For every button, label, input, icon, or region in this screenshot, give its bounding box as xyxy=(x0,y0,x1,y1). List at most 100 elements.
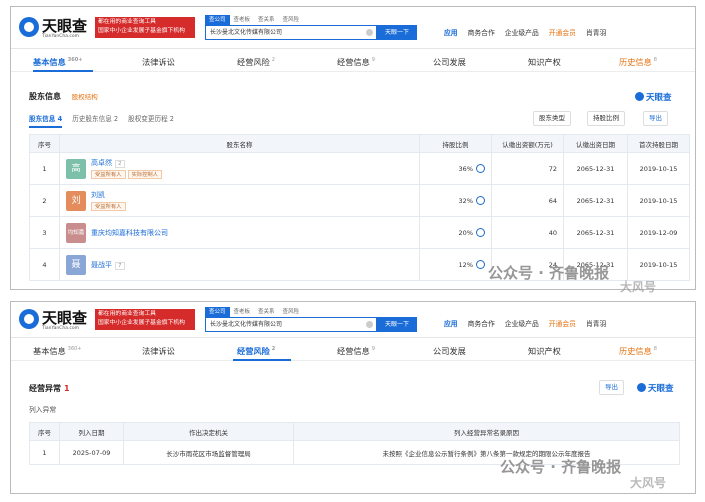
tyc-watermark: 天眼查 xyxy=(635,91,672,103)
export-button[interactable]: 导出 xyxy=(643,111,668,126)
shareholder-cell: 刘刘凯受益所有人 xyxy=(59,184,420,217)
tab-history[interactable]: 历史信息 8 xyxy=(619,345,657,357)
tab-label: 历史信息 xyxy=(619,346,652,356)
search-tab-risk[interactable]: 查风险 xyxy=(279,307,304,317)
tab-business-info[interactable]: 经营信息 9 xyxy=(337,345,375,357)
search-tab-company[interactable]: 查公司 xyxy=(205,307,230,317)
subtab-equity-changes[interactable]: 股权变更历程 2 xyxy=(128,115,174,123)
table-row[interactable]: 3 均知嘉 重庆均知嘉科技有限公司 20% 40 2065-12-31 2019-12-09 xyxy=(29,216,690,249)
col-name: 股东名称 xyxy=(59,134,420,153)
tab-lawsuits[interactable]: 法律诉讼 xyxy=(142,345,175,357)
logo-text: 天眼查 xyxy=(42,17,88,35)
logo-text: 天眼查 xyxy=(42,309,88,327)
tab-ip[interactable]: 知识产权 xyxy=(528,345,561,357)
shareholder-name[interactable]: 重庆均知嘉科技有限公司 xyxy=(91,229,168,237)
clear-icon[interactable] xyxy=(366,29,373,36)
top-nav: 应用 商务合作 企业级产品 开通会员 肖青羽 xyxy=(444,318,616,328)
ratio-cell: 36% xyxy=(419,152,492,185)
eye-logo-icon xyxy=(19,17,39,37)
row-no: 1 xyxy=(29,440,60,465)
col-date: 列入日期 xyxy=(59,422,124,441)
nav-enterprise[interactable]: 企业级产品 xyxy=(505,320,539,328)
company-tabs: 基本信息 360+ 法律诉讼 经营风险 2 经营信息 9 公司发展 知识产权 历史信息… xyxy=(11,339,695,361)
ratio-chart-icon[interactable] xyxy=(476,164,485,173)
logo[interactable]: 天眼查 TianYanCha.com xyxy=(19,16,99,42)
tab-ip[interactable]: 知识产权 xyxy=(528,56,561,68)
nav-apps[interactable]: 应用 xyxy=(444,320,458,328)
shareholder-type-select[interactable]: 股东类型 xyxy=(533,111,571,126)
tab-lawsuits[interactable]: 法律诉讼 xyxy=(142,56,175,68)
col-ratio: 持股比例 xyxy=(419,134,492,153)
nav-business[interactable]: 商务合作 xyxy=(468,320,495,328)
col-first-date: 首次持股日期 xyxy=(627,134,690,153)
date-cell: 2065-12-31 xyxy=(563,216,628,249)
equity-structure-link[interactable]: 股权结构 xyxy=(72,93,98,101)
nav-vip[interactable]: 开通会员 xyxy=(549,29,576,37)
shareholder-name[interactable]: 聂战平 xyxy=(91,261,112,269)
ratio-chart-icon[interactable] xyxy=(476,260,485,269)
search-input[interactable]: 长沙曼北文化传媒有限公司 xyxy=(205,317,377,332)
subtab-history-shareholders[interactable]: 历史股东信息 2 xyxy=(72,115,118,123)
nav-apps[interactable]: 应用 xyxy=(444,29,458,37)
tab-basic-info[interactable]: 基本信息 360+ xyxy=(33,56,82,68)
active-tab-indicator xyxy=(33,70,93,72)
search-tab-risk[interactable]: 查风险 xyxy=(279,15,304,25)
nav-business[interactable]: 商务合作 xyxy=(468,29,495,37)
tyc-watermark: 天眼查 xyxy=(637,382,674,394)
col-amount: 认缴出资额(万元) xyxy=(491,134,564,153)
clear-icon[interactable] xyxy=(366,321,373,328)
logo-subtitle: TianYanCha.com xyxy=(42,326,80,331)
section-title: 股东信息 股权结构 xyxy=(29,91,98,102)
ratio-value: 36% xyxy=(458,165,473,173)
ratio-sort-select[interactable]: 持股比例 xyxy=(587,111,625,126)
search-input[interactable]: 长沙曼北文化传媒有限公司 xyxy=(205,25,377,40)
tab-label: 法律诉讼 xyxy=(142,57,175,67)
search-button[interactable]: 天眼一下 xyxy=(377,25,417,40)
table-row[interactable]: 2 刘刘凯 受益所有人 32% 64 2065-12-31 2019-10-15 xyxy=(29,184,690,217)
tab-count: 360+ xyxy=(67,57,83,64)
search-tab-boss[interactable]: 查老板 xyxy=(230,15,255,25)
shareholder-name[interactable]: 高卓然 xyxy=(91,159,112,167)
tab-development[interactable]: 公司发展 xyxy=(433,56,466,68)
section-count: 1 xyxy=(64,384,70,393)
search-tab-boss[interactable]: 查老板 xyxy=(230,307,255,317)
col-no: 序号 xyxy=(29,422,60,441)
export-button[interactable]: 导出 xyxy=(599,380,624,395)
avatar: 刘 xyxy=(66,190,86,211)
tab-business-risk[interactable]: 经营风险 2 xyxy=(237,345,275,357)
tab-business-risk[interactable]: 经营风险 2 xyxy=(237,56,275,68)
shareholder-name[interactable]: 刘凯 xyxy=(91,191,105,199)
search-button[interactable]: 天眼一下 xyxy=(377,317,417,332)
nav-vip[interactable]: 开通会员 xyxy=(549,320,576,328)
tab-label: 法律诉讼 xyxy=(142,346,175,356)
tab-label: 公司发展 xyxy=(433,346,466,356)
row-no: 3 xyxy=(29,216,60,249)
avatar: 高 xyxy=(66,158,86,179)
related-count-badge[interactable]: 7 xyxy=(115,261,125,270)
ratio-value: 12% xyxy=(458,261,473,269)
row-no: 4 xyxy=(29,248,60,281)
subtab-shareholders[interactable]: 股东信息 4 xyxy=(29,115,63,128)
search-tab-company[interactable]: 查公司 xyxy=(205,15,230,25)
tab-business-info[interactable]: 经营信息 9 xyxy=(337,56,375,68)
table-row[interactable]: 1 高高卓然 2 受益所有人 实际控制人 36% 72 2065-12-31 2019-10-1… xyxy=(29,152,690,185)
search-tab-relation[interactable]: 查关系 xyxy=(254,307,279,317)
role-tag: 受益所有人 xyxy=(91,202,126,211)
ratio-chart-icon[interactable] xyxy=(476,196,485,205)
related-count-badge[interactable]: 2 xyxy=(115,160,125,168)
tab-basic-info[interactable]: 基本信息 360+ xyxy=(33,345,82,357)
nav-user[interactable]: 肖青羽 xyxy=(586,320,606,328)
ratio-value: 20% xyxy=(458,229,473,237)
tab-history[interactable]: 历史信息 8 xyxy=(619,56,657,68)
tab-label: 公司发展 xyxy=(433,57,466,67)
org-cell: 长沙市雨花区市场监督管理局 xyxy=(123,440,294,465)
shareholder-screenshot: 天眼查 TianYanCha.com 都在用的商业查询工具 国家中小企业发展子基… xyxy=(10,6,696,290)
nav-user[interactable]: 肖青羽 xyxy=(586,29,606,37)
search-tab-relation[interactable]: 查关系 xyxy=(254,15,279,25)
ratio-chart-icon[interactable] xyxy=(476,228,485,237)
tab-development[interactable]: 公司发展 xyxy=(433,345,466,357)
nav-enterprise[interactable]: 企业级产品 xyxy=(505,29,539,37)
logo[interactable]: 天眼查 TianYanCha.com xyxy=(19,308,99,334)
fenghao-watermark-1: 大风号 xyxy=(620,280,657,294)
section-title-text: 股东信息 xyxy=(29,92,61,101)
